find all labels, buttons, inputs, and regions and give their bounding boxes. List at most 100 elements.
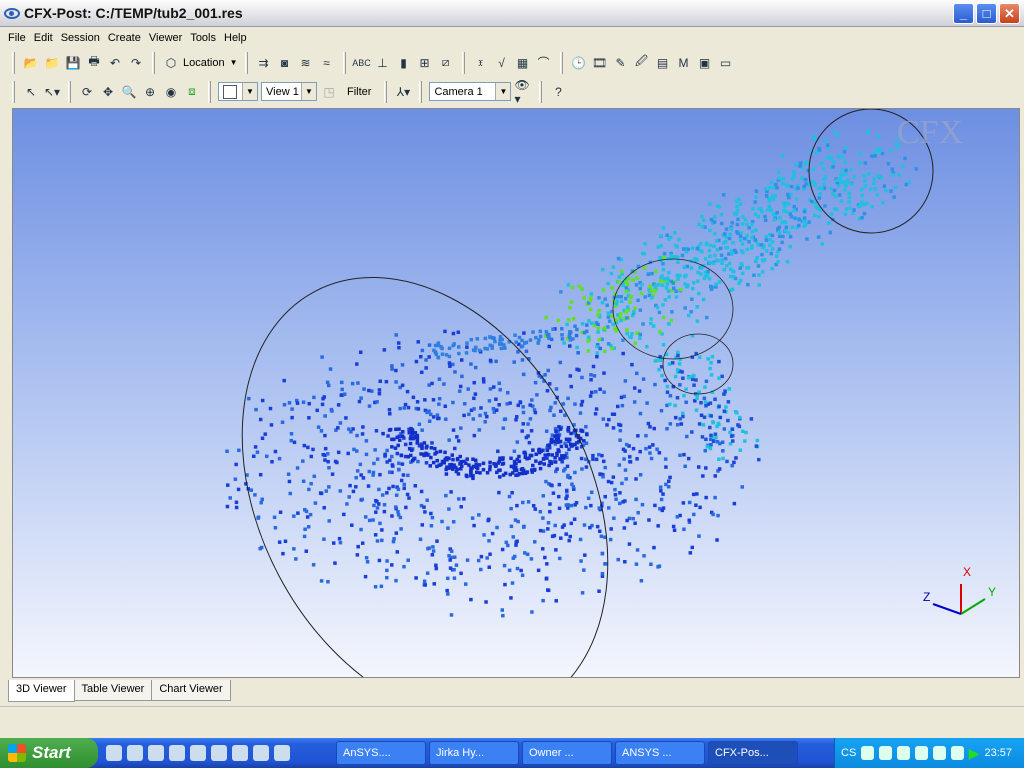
legend-icon[interactable]: ▮ bbox=[395, 54, 413, 72]
select-icon[interactable]: ↖ bbox=[22, 83, 40, 101]
quicklaunch-icon[interactable] bbox=[148, 745, 164, 761]
particle-track-icon[interactable]: ≈ bbox=[318, 54, 336, 72]
close-button[interactable]: ✕ bbox=[999, 3, 1020, 24]
quicklaunch-icon[interactable] bbox=[211, 745, 227, 761]
fit-view-icon[interactable]: ⧈ bbox=[183, 83, 201, 101]
particle bbox=[623, 296, 628, 301]
maximize-button[interactable]: □ bbox=[976, 3, 997, 24]
tray-language[interactable]: CS bbox=[841, 747, 856, 759]
particle bbox=[397, 467, 401, 472]
print-icon[interactable]: 🖶 bbox=[85, 54, 103, 72]
clip-plane-icon[interactable]: ⧄ bbox=[437, 54, 455, 72]
save-icon[interactable]: 💾 bbox=[64, 54, 82, 72]
particle bbox=[597, 308, 601, 313]
filter-button[interactable]: Filter bbox=[347, 86, 371, 98]
zoom-icon[interactable]: 🔍 bbox=[120, 83, 138, 101]
tray-app-icon[interactable] bbox=[932, 746, 946, 760]
task-ansys[interactable]: ANSYS ... bbox=[615, 741, 705, 765]
particle bbox=[891, 173, 895, 177]
animation-icon[interactable]: 🎞 bbox=[591, 54, 609, 72]
quicklaunch-icon[interactable] bbox=[232, 745, 248, 761]
zoom-box-icon[interactable]: ⊕ bbox=[141, 83, 159, 101]
particle bbox=[567, 437, 572, 442]
tab-table-viewer[interactable]: Table Viewer bbox=[73, 680, 153, 701]
toolbar-grip[interactable] bbox=[152, 51, 155, 74]
task-jirka[interactable]: Jirka Hy... bbox=[429, 741, 519, 765]
particle bbox=[599, 534, 604, 539]
macro-icon[interactable]: M bbox=[675, 54, 693, 72]
table-icon[interactable]: ▦ bbox=[514, 54, 532, 72]
variable-icon[interactable]: 𝔵 bbox=[472, 54, 490, 72]
particle bbox=[615, 404, 620, 409]
redo-icon[interactable]: ↷ bbox=[127, 54, 145, 72]
timestep-icon[interactable]: 🕒 bbox=[570, 54, 588, 72]
undo-icon[interactable]: ↶ bbox=[106, 54, 124, 72]
view-select[interactable]: View 1 ▼ bbox=[261, 82, 317, 101]
tray-mail-icon[interactable] bbox=[879, 746, 893, 760]
quicklaunch-icon[interactable] bbox=[106, 745, 122, 761]
particle bbox=[667, 322, 671, 326]
sync-views-icon[interactable]: ◳ bbox=[320, 83, 338, 101]
tray-network-icon[interactable] bbox=[915, 746, 928, 760]
location-button[interactable]: Location bbox=[183, 57, 225, 69]
tray-expand-icon[interactable] bbox=[861, 746, 875, 760]
particle bbox=[658, 255, 662, 260]
menu-edit[interactable]: Edit bbox=[34, 32, 53, 44]
axes-orientation-icon[interactable]: ⅄▾ bbox=[394, 83, 412, 101]
task-owner[interactable]: Owner ... bbox=[522, 741, 612, 765]
3d-viewer[interactable]: CFX X Y Z bbox=[12, 108, 1020, 678]
quicklaunch-icon[interactable] bbox=[169, 745, 185, 761]
probe-icon[interactable]: 🖉 bbox=[633, 54, 651, 72]
quicklaunch-icon[interactable] bbox=[274, 745, 290, 761]
help-icon[interactable]: ? bbox=[549, 83, 567, 101]
menu-help[interactable]: Help bbox=[224, 32, 247, 44]
tab-chart-viewer[interactable]: Chart Viewer bbox=[151, 680, 231, 701]
instance-transform-icon[interactable]: ⊞ bbox=[416, 54, 434, 72]
particle bbox=[347, 495, 351, 499]
quicklaunch-icon[interactable] bbox=[253, 745, 269, 761]
particle bbox=[329, 407, 334, 412]
chart-icon[interactable]: ⌒ bbox=[535, 54, 553, 72]
task-cfx-post[interactable]: CFX-Pos... bbox=[708, 741, 798, 765]
visibility-icon[interactable]: 👁▾ bbox=[514, 78, 532, 106]
text-icon[interactable]: ABC bbox=[352, 54, 371, 72]
task-ansys-word[interactable]: AnSYS.... bbox=[336, 741, 426, 765]
minimize-button[interactable]: _ bbox=[953, 3, 974, 24]
tray-play-icon[interactable]: ▶ bbox=[969, 745, 980, 762]
menu-tools[interactable]: Tools bbox=[190, 32, 216, 44]
coordinate-frame-icon[interactable]: ⊥ bbox=[374, 54, 392, 72]
rotate-icon[interactable]: ⟳ bbox=[78, 83, 96, 101]
zoom-fit-icon[interactable]: ◉ bbox=[162, 83, 180, 101]
menu-create[interactable]: Create bbox=[108, 32, 141, 44]
pick-icon[interactable]: ↖▾ bbox=[43, 83, 61, 101]
particle bbox=[667, 295, 671, 299]
particle bbox=[338, 540, 343, 545]
particle bbox=[775, 210, 779, 215]
menu-viewer[interactable]: Viewer bbox=[149, 32, 182, 44]
tab-3d-viewer[interactable]: 3D Viewer bbox=[8, 680, 75, 702]
camera-select[interactable]: Camera 1 ▼ bbox=[429, 82, 512, 101]
layout-select[interactable]: ▼ bbox=[218, 82, 258, 101]
calculator-icon[interactable]: ▣ bbox=[696, 54, 714, 72]
start-button[interactable]: Start bbox=[0, 738, 98, 768]
report-icon[interactable]: ▤ bbox=[654, 54, 672, 72]
contour-icon[interactable]: ◙ bbox=[276, 54, 294, 72]
tray-shield-icon[interactable] bbox=[950, 746, 964, 760]
quick-editor-icon[interactable]: ✎ bbox=[612, 54, 630, 72]
open-file-icon[interactable]: 📂 bbox=[22, 54, 40, 72]
menu-session[interactable]: Session bbox=[61, 32, 100, 44]
quicklaunch-icon[interactable] bbox=[127, 745, 143, 761]
quicklaunch-icon[interactable] bbox=[190, 745, 206, 761]
command-editor-icon[interactable]: ▭ bbox=[717, 54, 735, 72]
menu-file[interactable]: File bbox=[8, 32, 26, 44]
particle bbox=[745, 233, 749, 238]
location-icon[interactable]: ⬡ bbox=[162, 54, 180, 72]
toolbar-grip[interactable] bbox=[12, 51, 15, 74]
tray-search-icon[interactable] bbox=[897, 746, 910, 760]
particle bbox=[400, 462, 405, 466]
vector-icon[interactable]: ⇉ bbox=[255, 54, 273, 72]
load-state-icon[interactable]: 📁 bbox=[43, 54, 61, 72]
pan-icon[interactable]: ✥ bbox=[99, 83, 117, 101]
expression-icon[interactable]: √ bbox=[493, 54, 511, 72]
streamline-icon[interactable]: ≋ bbox=[297, 54, 315, 72]
